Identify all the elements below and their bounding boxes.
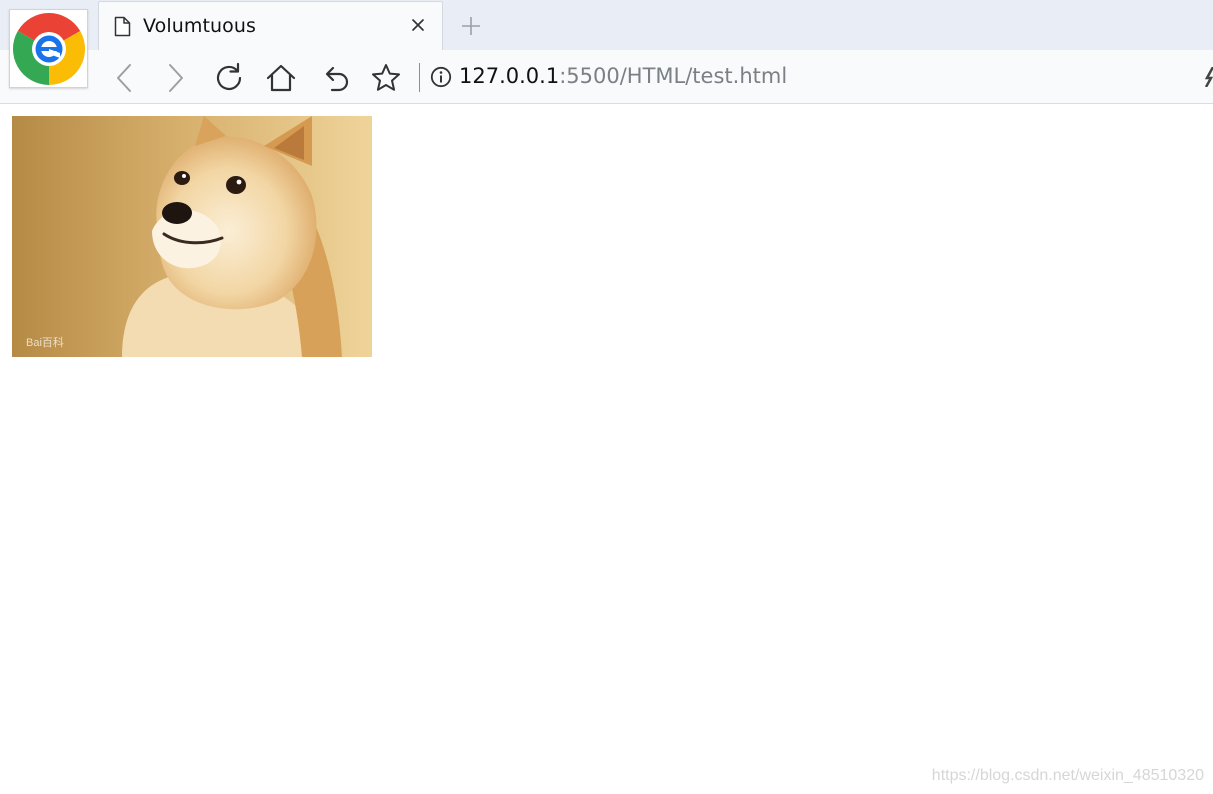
image-watermark: Bai百科 bbox=[26, 335, 64, 349]
new-tab-plus-icon[interactable] bbox=[460, 15, 482, 42]
reload-icon[interactable] bbox=[213, 62, 245, 94]
undo-icon[interactable] bbox=[320, 62, 352, 94]
page-icon bbox=[114, 16, 131, 42]
url-path: :5500/HTML/test.html bbox=[559, 64, 788, 88]
forward-icon[interactable] bbox=[160, 62, 192, 94]
browser-logo[interactable] bbox=[9, 9, 88, 88]
browser-e-logo-icon bbox=[12, 12, 86, 86]
info-icon[interactable] bbox=[430, 66, 452, 93]
extension-icon[interactable] bbox=[1204, 66, 1213, 92]
dog-image: Bai百科 bbox=[12, 116, 372, 357]
tab-strip: Volumtuous bbox=[0, 0, 1213, 50]
toolbar: 127.0.0.1:5500/HTML/test.html bbox=[0, 50, 1213, 104]
page-content: Bai百科 https://blog.csdn.net/weixin_48510… bbox=[0, 105, 1213, 794]
address-bar[interactable]: 127.0.0.1:5500/HTML/test.html bbox=[459, 64, 787, 88]
back-icon[interactable] bbox=[110, 62, 142, 94]
close-icon[interactable] bbox=[411, 18, 425, 37]
star-icon[interactable] bbox=[370, 62, 402, 94]
tab-title: Volumtuous bbox=[143, 15, 257, 37]
omnibox-separator bbox=[419, 63, 420, 92]
tab-active[interactable]: Volumtuous bbox=[98, 1, 443, 50]
home-icon[interactable] bbox=[265, 62, 297, 94]
url-host: 127.0.0.1 bbox=[459, 64, 560, 88]
footer-watermark: https://blog.csdn.net/weixin_48510320 bbox=[931, 767, 1204, 784]
